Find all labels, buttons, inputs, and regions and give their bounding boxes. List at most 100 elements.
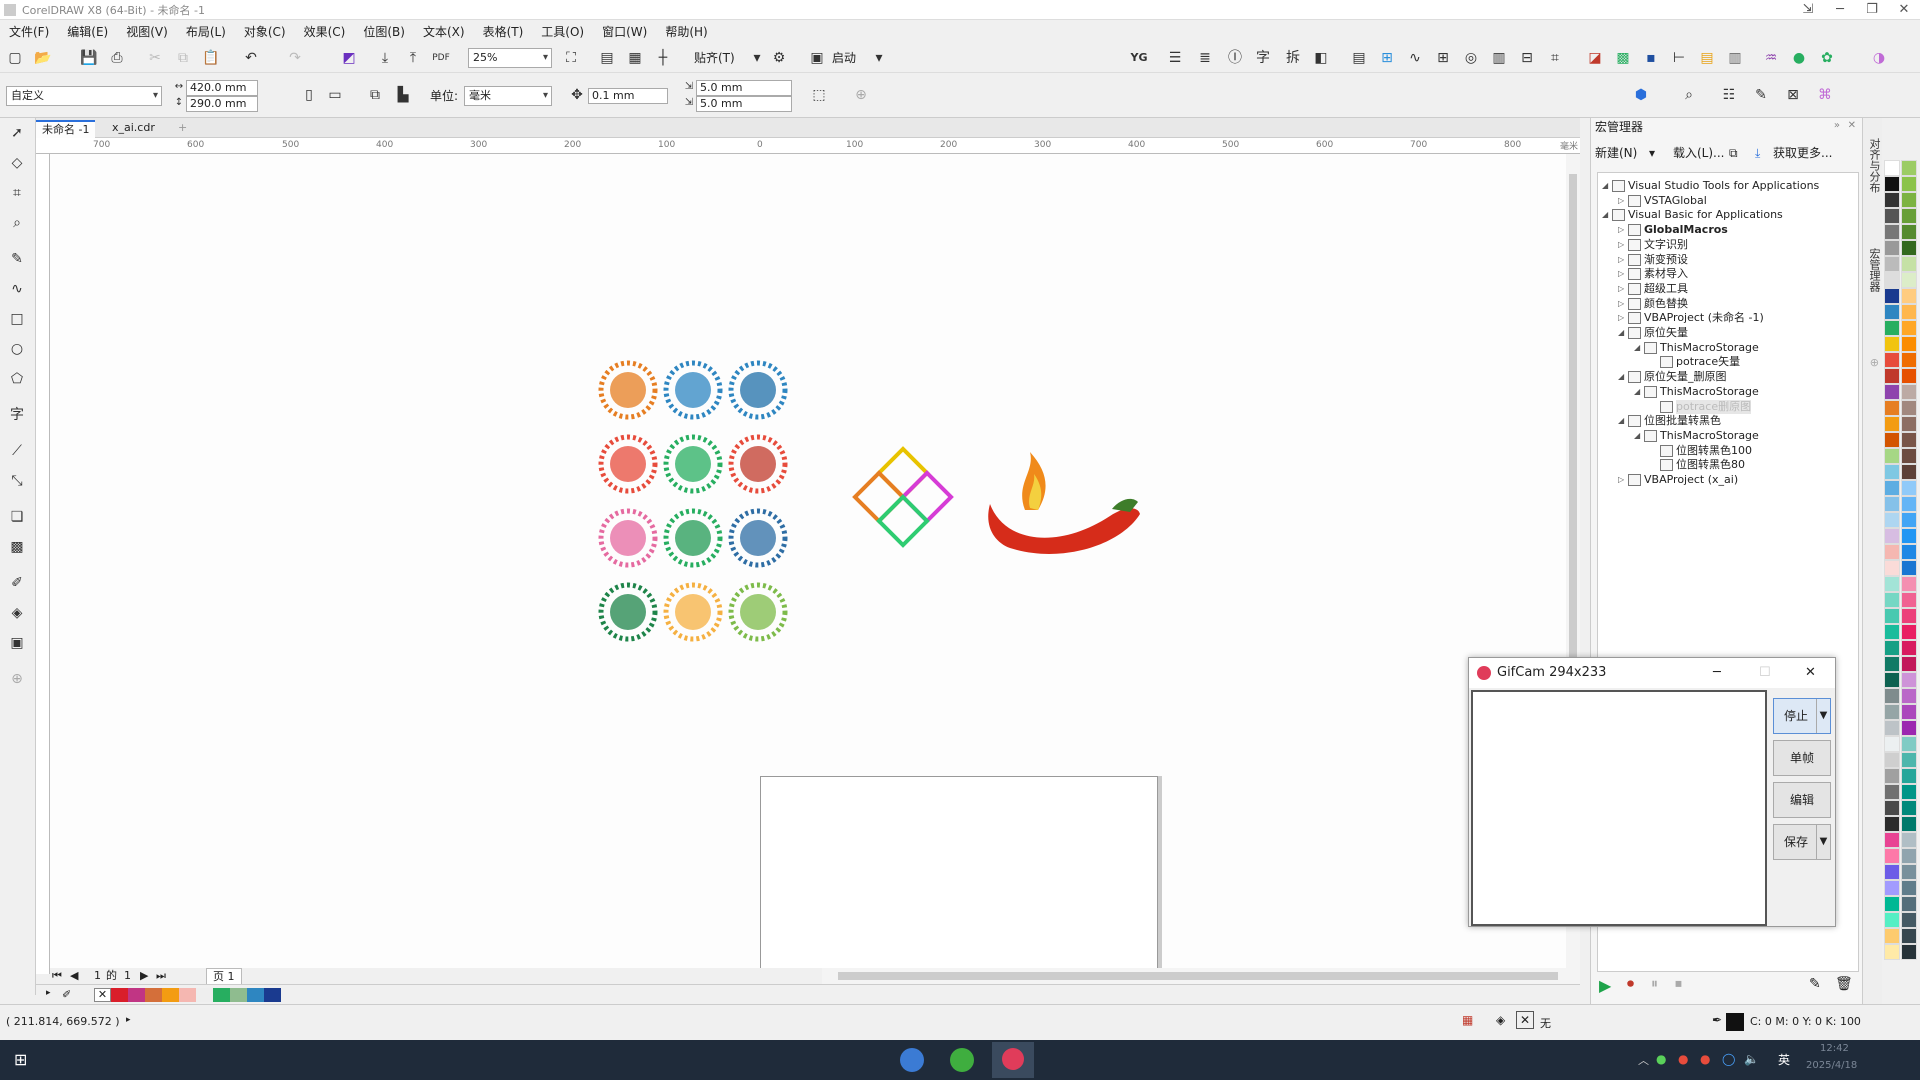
palette-color-swatch[interactable]	[1901, 880, 1917, 896]
prev-page-icon[interactable]: ◀	[70, 968, 78, 984]
palette-color-swatch[interactable]	[1901, 832, 1917, 848]
close-button[interactable]: ✕	[1888, 0, 1920, 20]
menu-object[interactable]: 对象(C)	[235, 23, 295, 40]
color-swatch[interactable]	[111, 988, 128, 1002]
palette-color-swatch[interactable]	[1901, 864, 1917, 880]
ime-indicator[interactable]: 英	[1778, 1051, 1790, 1068]
palette-color-swatch[interactable]	[1884, 624, 1900, 640]
palette-color-swatch[interactable]	[1884, 640, 1900, 656]
color-swatch[interactable]	[247, 988, 264, 1002]
palette-color-swatch[interactable]	[1901, 336, 1917, 352]
color-picker-icon[interactable]: ◪	[1586, 49, 1604, 67]
grid-tool-icon[interactable]: ⊞	[1378, 49, 1396, 67]
target-icon[interactable]: ◎	[1462, 49, 1480, 67]
palette-color-swatch[interactable]	[1884, 432, 1900, 448]
palette-color-swatch[interactable]	[1884, 864, 1900, 880]
gifcam-stop-button[interactable]: 停止 ▼	[1773, 698, 1831, 734]
new-document-icon[interactable]: ▢	[6, 49, 24, 67]
open-folder-icon[interactable]: 📂	[34, 49, 52, 67]
full-screen-icon[interactable]: ⛶	[562, 49, 580, 67]
palette-color-swatch[interactable]	[1901, 656, 1917, 672]
palette-color-swatch[interactable]	[1901, 592, 1917, 608]
palette-color-swatch[interactable]	[1884, 528, 1900, 544]
crop-tool-icon[interactable]: ⌗	[8, 184, 26, 202]
pause-macro-icon[interactable]: ⏸	[1651, 976, 1658, 992]
palette-color-swatch[interactable]	[1901, 624, 1917, 640]
nudge-distance-field[interactable]: 0.1 mm	[588, 88, 668, 104]
add-tool-icon[interactable]: ⊕	[8, 670, 26, 688]
palette-color-swatch[interactable]	[1901, 608, 1917, 624]
palette-color-swatch[interactable]	[1901, 464, 1917, 480]
pick-tool-icon[interactable]: ➚	[8, 124, 26, 142]
palette-color-swatch[interactable]	[1884, 800, 1900, 816]
undo-icon[interactable]: ↶	[242, 49, 260, 67]
tree-item[interactable]: ▷ 渐变预设	[1618, 253, 1688, 267]
page-preset-combo[interactable]: 自定义	[6, 86, 162, 106]
tab-align-distribute[interactable]: 对齐与分布	[1865, 138, 1881, 193]
expand-closed-icon[interactable]: ▷	[1618, 194, 1628, 208]
color-swatch[interactable]	[128, 988, 145, 1002]
tree-item[interactable]: ▷ 文字识别	[1618, 238, 1688, 252]
expand-open-icon[interactable]: ◢	[1602, 179, 1612, 193]
menu-layout[interactable]: 布局(L)	[177, 23, 235, 40]
object-order-icon[interactable]: ◧	[1312, 49, 1330, 67]
palette-color-swatch[interactable]	[1901, 400, 1917, 416]
palette-color-swatch[interactable]	[1884, 784, 1900, 800]
unit-combo[interactable]: 毫米	[464, 86, 552, 106]
expand-closed-icon[interactable]: ▷	[1618, 311, 1628, 325]
color-swatch[interactable]	[145, 988, 162, 1002]
taskbar-gifcam-icon[interactable]	[1002, 1048, 1024, 1070]
palette-color-swatch[interactable]	[1901, 256, 1917, 272]
palette-color-swatch[interactable]	[1884, 448, 1900, 464]
curve-icon[interactable]: ∿	[1406, 49, 1424, 67]
cut-icon[interactable]: ✂	[146, 49, 164, 67]
panel-expand-icon[interactable]: »	[1834, 120, 1840, 131]
tray-volume-icon[interactable]: 🔈	[1744, 1052, 1759, 1066]
split-text-icon[interactable]: 拆	[1284, 49, 1302, 67]
palette-color-swatch[interactable]	[1884, 352, 1900, 368]
palette-color-swatch[interactable]	[1901, 672, 1917, 688]
duplicate-x-field[interactable]: 5.0 mm	[696, 80, 792, 96]
palette-color-swatch[interactable]	[1901, 704, 1917, 720]
tray-wechat-icon[interactable]: ●	[1656, 1052, 1666, 1066]
artistic-media-icon[interactable]: ∿	[8, 280, 26, 298]
palette-color-swatch[interactable]	[1884, 656, 1900, 672]
palette-color-swatch[interactable]	[1901, 208, 1917, 224]
export-icon[interactable]: ⤒	[404, 49, 422, 67]
treat-as-filled-icon[interactable]: ⬚	[810, 86, 828, 104]
palette-color-swatch[interactable]	[1884, 704, 1900, 720]
palette-color-swatch[interactable]	[1884, 416, 1900, 432]
tree-item[interactable]: ▷ VBAProject (x_ai)	[1618, 473, 1738, 487]
gifcam-close-button[interactable]: ✕	[1805, 658, 1816, 688]
print-icon[interactable]: ⎙	[108, 49, 126, 67]
tree-item[interactable]: 位图转黑色80	[1650, 458, 1745, 472]
palette-color-swatch[interactable]	[1901, 928, 1917, 944]
palette-color-swatch[interactable]	[1901, 544, 1917, 560]
chevron-down-icon[interactable]: ▾	[870, 49, 888, 67]
search-icon[interactable]: ⌕	[1680, 86, 1698, 104]
palette-color-swatch[interactable]	[1901, 480, 1917, 496]
expand-open-icon[interactable]: ◢	[1618, 326, 1628, 340]
color-management-icon[interactable]: ⬢	[1632, 86, 1650, 104]
clock-time[interactable]: 12:42	[1820, 1043, 1849, 1054]
gifcam-frame-button[interactable]: 单帧	[1773, 740, 1831, 776]
palette-color-swatch[interactable]	[1901, 784, 1917, 800]
globe-icon[interactable]: ●	[1790, 49, 1808, 67]
menu-file[interactable]: 文件(F)	[0, 23, 58, 40]
rectangle-tool-icon[interactable]: □	[8, 310, 26, 328]
parallel-dimension-icon[interactable]: ⟋	[8, 442, 26, 460]
palette-color-swatch[interactable]	[1884, 672, 1900, 688]
palette-color-swatch[interactable]	[1901, 640, 1917, 656]
status-arrow-icon[interactable]: ▸	[126, 1015, 131, 1025]
expand-closed-icon[interactable]: ▷	[1618, 267, 1628, 281]
maximize-button[interactable]: ❐	[1856, 0, 1888, 20]
horizontal-ruler[interactable]: 700 600 500 400 300 200 100 0 100 200 30…	[36, 138, 1580, 154]
color-swatch[interactable]	[264, 988, 281, 1002]
palette-color-swatch[interactable]	[1901, 432, 1917, 448]
tree-item[interactable]: ◢ Visual Basic for Applications	[1602, 208, 1783, 222]
palette-color-swatch[interactable]	[1884, 464, 1900, 480]
connector-tool-icon[interactable]: ⤡	[8, 472, 26, 490]
palette-color-swatch[interactable]	[1901, 528, 1917, 544]
palette-color-swatch[interactable]	[1884, 592, 1900, 608]
menu-tools[interactable]: 工具(O)	[532, 23, 593, 40]
